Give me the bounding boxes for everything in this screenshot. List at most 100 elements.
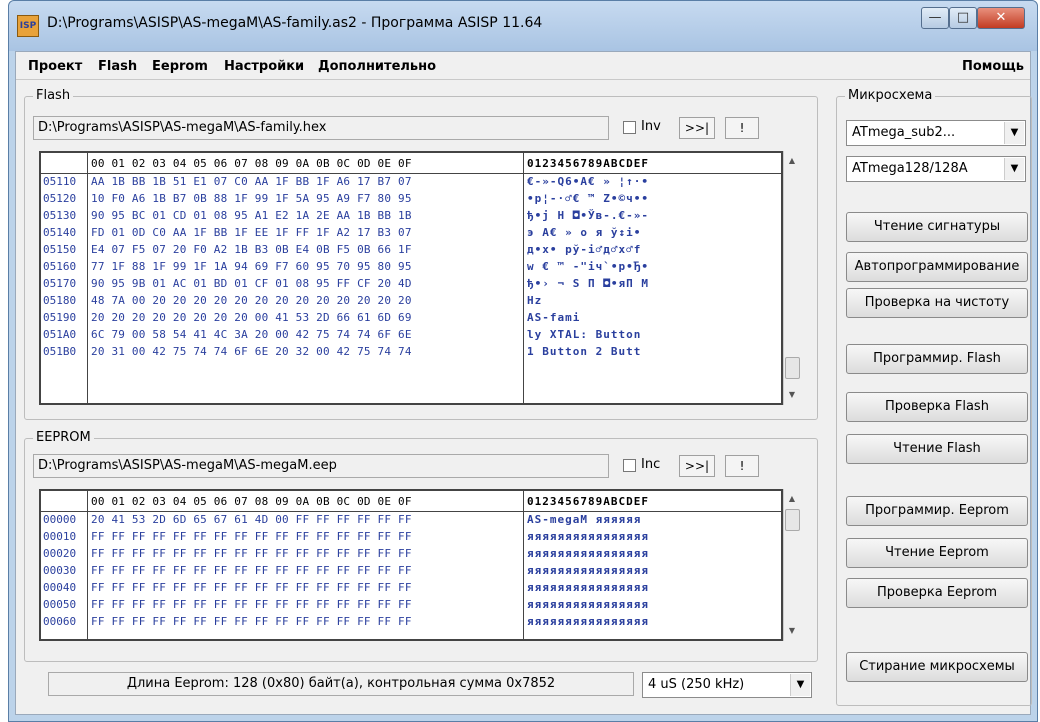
program-flash-button[interactable]: Программир. Flash xyxy=(846,344,1028,374)
row-bytes[interactable]: FD 01 0D C0 AA 1F BB 1F EE 1F FF 1F A2 1… xyxy=(91,226,412,240)
scroll-thumb[interactable] xyxy=(785,357,800,379)
row-address: 00030 xyxy=(43,564,77,577)
flash-group: Flash D:\Programs\ASISP\AS-megaM\AS-fami… xyxy=(24,88,818,420)
menu-eeprom[interactable]: Eeprom xyxy=(152,59,208,74)
maximize-button[interactable]: □ xyxy=(949,7,977,29)
minimize-button[interactable]: — xyxy=(921,7,949,29)
row-ascii[interactable]: ђ•ј Н ◘•Ўв-.€-»- xyxy=(527,209,649,223)
row-ascii[interactable]: AS-megaM яяяяяя xyxy=(527,513,641,527)
row-bytes[interactable]: FF FF FF FF FF FF FF FF FF FF FF FF FF F… xyxy=(91,581,412,595)
row-bytes[interactable]: 90 95 BC 01 CD 01 08 95 A1 E2 1A 2E AA 1… xyxy=(91,209,412,223)
row-ascii[interactable]: AS-fami xyxy=(527,311,580,325)
erase-chip-button[interactable]: Стирание микросхемы xyxy=(846,652,1028,682)
eeprom-scrollbar[interactable]: ▲ ▼ xyxy=(783,489,800,641)
row-bytes[interactable]: 6C 79 00 58 54 41 4C 3A 20 00 42 75 74 7… xyxy=(91,328,412,342)
read-flash-button[interactable]: Чтение Flash xyxy=(846,434,1028,464)
row-address: 05180 xyxy=(43,294,77,307)
row-bytes[interactable]: FF FF FF FF FF FF FF FF FF FF FF FF FF F… xyxy=(91,615,412,629)
menu-flash[interactable]: Flash xyxy=(98,59,137,74)
row-bytes[interactable]: E4 07 F5 07 20 F0 A2 1B B3 0B E4 0B F5 0… xyxy=(91,243,412,257)
verify-flash-button[interactable]: Проверка Flash xyxy=(846,392,1028,422)
read-eeprom-button[interactable]: Чтение Eeprom xyxy=(846,538,1028,568)
row-bytes[interactable]: FF FF FF FF FF FF FF FF FF FF FF FF FF F… xyxy=(91,564,412,578)
family-select[interactable]: ATmega_sub2... ▼ xyxy=(846,120,1026,146)
scroll-down-icon[interactable]: ▼ xyxy=(784,623,800,639)
row-bytes[interactable]: 20 41 53 2D 6D 65 67 61 4D 00 FF FF FF F… xyxy=(91,513,412,527)
client-area: Проект Flash Eeprom Настройки Дополнител… xyxy=(15,51,1032,715)
row-ascii[interactable]: •р¦-·♂€ ™ Z•©ч•• xyxy=(527,192,649,206)
row-address: 00050 xyxy=(43,598,77,611)
row-ascii[interactable]: €-»-Q6•А€ » ¦↑·• xyxy=(527,175,649,189)
row-address: 051B0 xyxy=(43,345,77,358)
chevron-down-icon[interactable]: ▼ xyxy=(1004,158,1024,180)
row-ascii[interactable]: яяяяяяяяяяяяяяяя xyxy=(527,564,649,578)
row-bytes[interactable]: 90 95 9B 01 AC 01 BD 01 CF 01 08 95 FF C… xyxy=(91,277,412,291)
chevron-down-icon[interactable]: ▼ xyxy=(790,674,810,696)
blank-check-button[interactable]: Проверка на чистоту xyxy=(846,288,1028,318)
inv-checkbox[interactable] xyxy=(623,121,636,134)
row-bytes[interactable]: 77 1F 88 1F 99 1F 1A 94 69 F7 60 95 70 9… xyxy=(91,260,412,274)
eeprom-warning-button[interactable]: ! xyxy=(725,455,759,477)
verify-eeprom-button[interactable]: Проверка Eeprom xyxy=(846,578,1028,608)
close-button[interactable]: ✕ xyxy=(977,7,1025,29)
status-bar: Длина Eeprom: 128 (0x80) байт(а), контро… xyxy=(48,672,634,696)
flash-hex-editor[interactable]: 00 01 02 03 04 05 06 07 08 09 0A 0B 0C 0… xyxy=(39,151,783,405)
row-ascii[interactable]: ђ•› ¬ Ѕ П ◘•яП M xyxy=(527,277,649,291)
row-ascii[interactable]: яяяяяяяяяяяяяяяя xyxy=(527,547,649,561)
menu-help[interactable]: Помощь xyxy=(962,59,1024,74)
row-bytes[interactable]: FF FF FF FF FF FF FF FF FF FF FF FF FF F… xyxy=(91,530,412,544)
row-ascii[interactable]: яяяяяяяяяяяяяяяя xyxy=(527,581,649,595)
scroll-up-icon[interactable]: ▲ xyxy=(784,153,800,169)
device-select[interactable]: ATmega128/128A ▼ xyxy=(846,156,1026,182)
row-bytes[interactable]: AA 1B BB 1B 51 E1 07 C0 AA 1F BB 1F A6 1… xyxy=(91,175,412,189)
row-bytes[interactable]: 48 7A 00 20 20 20 20 20 20 20 20 20 20 2… xyxy=(91,294,412,308)
scroll-thumb[interactable] xyxy=(785,509,800,531)
inc-checkbox[interactable] xyxy=(623,459,636,472)
row-bytes[interactable]: 20 20 20 20 20 20 20 20 00 41 53 2D 66 6… xyxy=(91,311,412,325)
row-bytes[interactable]: 20 31 00 42 75 74 74 6F 6E 20 32 00 42 7… xyxy=(91,345,412,359)
speed-select[interactable]: 4 uS (250 kHz) ▼ xyxy=(642,672,812,698)
menu-advanced[interactable]: Дополнительно xyxy=(318,59,436,74)
flash-file-path[interactable]: D:\Programs\ASISP\AS-megaM\AS-family.hex xyxy=(33,116,609,140)
autoprogram-button[interactable]: Автопрограммирование xyxy=(846,252,1028,282)
chevron-down-icon[interactable]: ▼ xyxy=(1004,122,1024,144)
scroll-down-icon[interactable]: ▼ xyxy=(784,387,800,403)
chip-group-title: Микросхема xyxy=(845,88,936,103)
menu-settings[interactable]: Настройки xyxy=(224,59,304,74)
row-ascii[interactable]: ly XTAL: Button xyxy=(527,328,641,342)
eeprom-hex-editor[interactable]: 00 01 02 03 04 05 06 07 08 09 0A 0B 0C 0… xyxy=(39,489,783,641)
row-bytes[interactable]: 10 F0 A6 1B B7 0B 88 1F 99 1F 5A 95 A9 F… xyxy=(91,192,412,206)
row-ascii[interactable]: яяяяяяяяяяяяяяяя xyxy=(527,615,649,629)
eeprom-file-path[interactable]: D:\Programs\ASISP\AS-megaM\AS-megaM.eep xyxy=(33,454,609,478)
row-bytes[interactable]: FF FF FF FF FF FF FF FF FF FF FF FF FF F… xyxy=(91,598,412,612)
title-bar[interactable]: ISP D:\Programs\ASISP\AS-megaM\AS-family… xyxy=(9,1,1037,51)
maximize-icon: □ xyxy=(956,10,970,25)
scroll-up-icon[interactable]: ▲ xyxy=(784,491,800,507)
inv-label: Inv xyxy=(641,119,661,134)
row-ascii[interactable]: д•х• рў-і♂д♂х♂f xyxy=(527,243,641,257)
row-address: 05170 xyxy=(43,277,77,290)
row-bytes[interactable]: FF FF FF FF FF FF FF FF FF FF FF FF FF F… xyxy=(91,547,412,561)
program-eeprom-button[interactable]: Программир. Eeprom xyxy=(846,496,1028,526)
row-ascii[interactable]: э А€ » о я ў↕і• xyxy=(527,226,641,240)
row-ascii[interactable]: яяяяяяяяяяяяяяяя xyxy=(527,598,649,612)
row-address: 05160 xyxy=(43,260,77,273)
flash-next-button[interactable]: >>| xyxy=(679,117,715,139)
row-ascii[interactable]: Hz xyxy=(527,294,542,308)
row-address: 05190 xyxy=(43,311,77,324)
eeprom-next-button[interactable]: >>| xyxy=(679,455,715,477)
menu-project[interactable]: Проект xyxy=(28,59,82,74)
eeprom-group-title: EEPROM xyxy=(33,430,94,445)
app-logo-icon: ISP xyxy=(17,15,39,37)
row-ascii[interactable]: 1 Button 2 Butt xyxy=(527,345,641,359)
flash-scrollbar[interactable]: ▲ ▼ xyxy=(783,151,800,405)
window-title: D:\Programs\ASISP\AS-megaM\AS-family.as2… xyxy=(47,15,543,31)
row-address: 00040 xyxy=(43,581,77,594)
read-signature-button[interactable]: Чтение сигнатуры xyxy=(846,212,1028,242)
row-address: 05130 xyxy=(43,209,77,222)
row-ascii[interactable]: w € ™ -"iч`•p•Ђ• xyxy=(527,260,649,274)
row-address: 05120 xyxy=(43,192,77,205)
flash-warning-button[interactable]: ! xyxy=(725,117,759,139)
eeprom-header-bytes: 00 01 02 03 04 05 06 07 08 09 0A 0B 0C 0… xyxy=(91,495,412,508)
row-ascii[interactable]: яяяяяяяяяяяяяяяя xyxy=(527,530,649,544)
